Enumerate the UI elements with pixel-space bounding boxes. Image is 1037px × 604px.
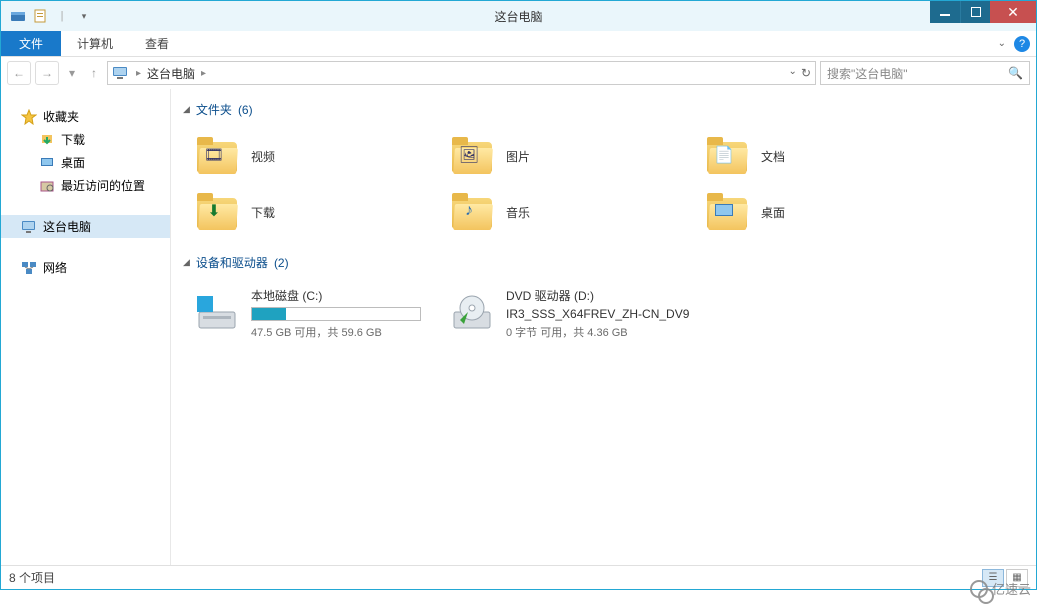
drive-usage-bar [251,307,421,321]
tree-label: 桌面 [61,154,85,171]
videos-icon: 🎞 [195,134,239,178]
section-count: (2) [274,256,289,270]
tree-item-desktop[interactable]: 桌面 [1,151,170,174]
explorer-window: | ▾ 这台电脑 ✕ 文件 计算机 查看 ⌄ ? ← → ▾ ↑ ▸ 这台电脑 [0,0,1037,590]
folder-documents[interactable]: 📄 文档 [681,128,936,184]
folder-label: 视频 [251,148,275,165]
tree-label: 下载 [61,131,85,148]
icons-view-button[interactable]: ▦ [1006,569,1028,587]
drive-detail: 0 字节 可用，共 4.36 GB [506,324,689,340]
item-count: 8 个项目 [9,569,55,586]
chevron-right-icon[interactable]: ▸ [136,68,141,79]
download-icon [39,132,55,148]
window-controls: ✕ [930,1,1036,23]
section-devices-header[interactable]: ◢ 设备和驱动器 (2) [171,250,1036,275]
folder-desktop[interactable]: 桌面 [681,184,936,240]
forward-button[interactable]: → [35,61,59,85]
qat-separator: | [53,7,71,25]
computer-icon [21,219,37,235]
chevron-right-icon[interactable]: ▸ [201,68,206,79]
minimize-button[interactable] [930,1,960,23]
ribbon-tabs: 文件 计算机 查看 ⌄ ? [1,31,1036,57]
window-title: 这台电脑 [1,8,1036,25]
breadcrumb-this-pc[interactable]: 这台电脑 [147,65,195,82]
up-button[interactable]: ↑ [85,61,103,85]
recent-icon [39,178,55,194]
desktop-icon [39,155,55,171]
content-pane: ◢ 文件夹 (6) 🎞 视频 🖼 图片 📄 文档 ⬇ [171,89,1036,565]
app-icon [9,7,27,25]
title-bar: | ▾ 这台电脑 ✕ [1,1,1036,31]
folder-pictures[interactable]: 🖼 图片 [426,128,681,184]
folder-music[interactable]: ♪ 音乐 [426,184,681,240]
view-switcher: ☰ ▦ [982,569,1028,587]
search-placeholder: 搜索"这台电脑" [827,65,908,82]
navigation-bar: ← → ▾ ↑ ▸ 这台电脑 ▸ ⌄ ↻ 搜索"这台电脑" 🔍 [1,57,1036,89]
drive-c[interactable]: 本地磁盘 (C:) 47.5 GB 可用，共 59.6 GB [171,281,426,346]
back-button[interactable]: ← [7,61,31,85]
section-folders-header[interactable]: ◢ 文件夹 (6) [171,97,1036,122]
tab-file[interactable]: 文件 [1,31,61,56]
search-input[interactable]: 搜索"这台电脑" 🔍 [820,61,1030,85]
computer-icon [112,66,130,80]
search-icon[interactable]: 🔍 [1008,66,1023,80]
tree-item-downloads[interactable]: 下载 [1,128,170,151]
tree-label: 最近访问的位置 [61,177,145,194]
section-label: 设备和驱动器 [196,254,268,271]
tab-view[interactable]: 查看 [129,31,185,56]
status-bar: 8 个项目 ☰ ▦ [1,565,1036,589]
tree-favorites[interactable]: 收藏夹 [1,105,170,128]
details-view-button[interactable]: ☰ [982,569,1004,587]
devices-grid: 本地磁盘 (C:) 47.5 GB 可用，共 59.6 GB DVD 驱动器 (… [171,275,1036,356]
recent-locations-button[interactable]: ▾ [63,61,81,85]
drive-name: 本地磁盘 (C:) [251,287,421,304]
tree-item-recent[interactable]: 最近访问的位置 [1,174,170,197]
network-icon [21,260,37,276]
section-label: 文件夹 [196,101,232,118]
folder-label: 桌面 [761,204,785,221]
maximize-button[interactable] [960,1,990,23]
star-icon [21,109,37,125]
pictures-icon: 🖼 [450,134,494,178]
folders-grid: 🎞 视频 🖼 图片 📄 文档 ⬇ 下载 ♪ 音乐 [171,122,1036,250]
folder-downloads[interactable]: ⬇ 下载 [171,184,426,240]
navigation-tree: 收藏夹 下载 桌面 最近访问的位置 这台电脑 [1,89,171,565]
folder-label: 音乐 [506,204,530,221]
body: 收藏夹 下载 桌面 最近访问的位置 这台电脑 [1,89,1036,565]
tree-label: 收藏夹 [43,108,79,125]
qat-dropdown-icon[interactable]: ▾ [75,7,93,25]
desktop-folder-icon [705,190,749,234]
dvd-icon [450,292,494,336]
tree-label: 这台电脑 [43,218,91,235]
collapse-icon[interactable]: ◢ [183,257,190,268]
hdd-icon [195,292,239,336]
tree-label: 网络 [43,259,67,276]
refresh-icon[interactable]: ↻ [801,66,811,80]
quick-access-toolbar: | ▾ [1,7,93,25]
close-button[interactable]: ✕ [990,1,1036,23]
drive-volume-label: IR3_SSS_X64FREV_ZH-CN_DV9 [506,307,689,321]
tree-network[interactable]: 网络 [1,256,170,279]
drive-detail: 47.5 GB 可用，共 59.6 GB [251,324,421,340]
folder-label: 下载 [251,204,275,221]
folder-label: 文档 [761,148,785,165]
help-icon[interactable]: ? [1014,36,1030,52]
documents-icon: 📄 [705,134,749,178]
collapse-icon[interactable]: ◢ [183,104,190,115]
downloads-icon: ⬇ [195,190,239,234]
ribbon-expand-icon[interactable]: ⌄ [998,38,1006,49]
tab-computer[interactable]: 计算机 [61,31,129,56]
properties-icon[interactable] [31,7,49,25]
tree-this-pc[interactable]: 这台电脑 [1,215,170,238]
folder-videos[interactable]: 🎞 视频 [171,128,426,184]
address-dropdown-icon[interactable]: ⌄ [789,66,797,80]
section-count: (6) [238,103,253,117]
drive-d[interactable]: DVD 驱动器 (D:) IR3_SSS_X64FREV_ZH-CN_DV9 0… [426,281,726,346]
folder-label: 图片 [506,148,530,165]
address-bar[interactable]: ▸ 这台电脑 ▸ ⌄ ↻ [107,61,816,85]
drive-name: DVD 驱动器 (D:) [506,287,689,304]
music-icon: ♪ [450,190,494,234]
